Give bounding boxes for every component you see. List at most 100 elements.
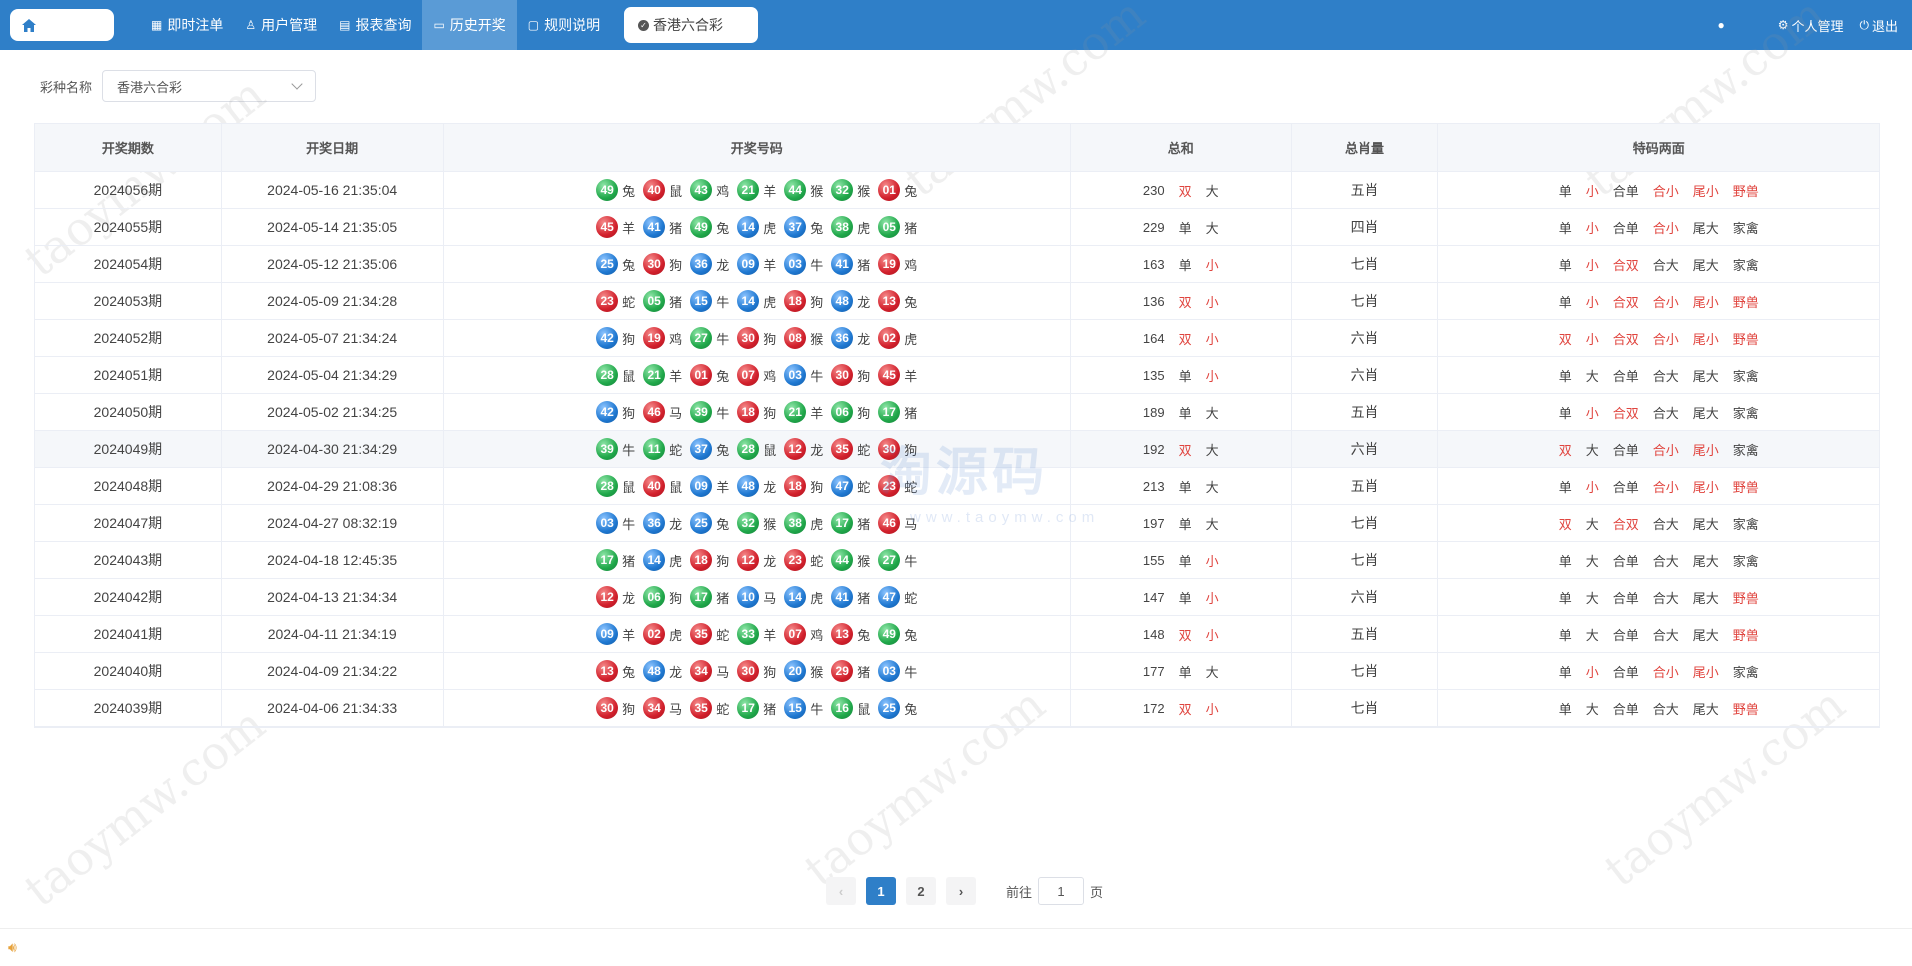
- issue-cell: 2024056期: [35, 172, 222, 208]
- special-attribute: 尾小: [1692, 294, 1719, 310]
- issue-cell: 2024049期: [35, 431, 222, 467]
- sum-attribute: 大: [1205, 442, 1219, 458]
- number-ball-group: 18 狗: [737, 401, 776, 423]
- sum-cell: 229 单大: [1071, 209, 1292, 245]
- number-ball-group: 49 兔: [596, 179, 635, 201]
- numbers-cell: 42 狗 19 鸡 27 牛 30 狗 08 猴 36 龙 02 虎: [444, 320, 1071, 356]
- number-ball-group: 45 羊: [878, 364, 917, 386]
- special-attribute: 合小: [1652, 442, 1679, 458]
- zodiac-count-cell: 四肖: [1292, 209, 1439, 245]
- sum-attribute: 单: [1178, 664, 1192, 680]
- avatar[interactable]: ●: [1717, 18, 1727, 32]
- zodiac-label: 猴: [857, 183, 871, 199]
- number-ball-group: 45 羊: [596, 216, 635, 238]
- number-ball: 43: [690, 179, 713, 201]
- numbers-cell: 49 兔 40 鼠 43 鸡 21 羊 44 猴 32 猴 01 兔: [444, 172, 1071, 208]
- number-ball: 18: [690, 549, 713, 571]
- number-ball: 37: [784, 216, 807, 238]
- table-row: 2024047期 2024-04-27 08:32:19 03 牛 36 龙 25 兔 32 猴 3…: [35, 505, 1879, 542]
- nav-item-rules[interactable]: ▢ 规则说明: [517, 0, 611, 50]
- number-ball-group: 46 马: [878, 512, 917, 534]
- number-ball: 46: [878, 512, 901, 534]
- page-button-2[interactable]: 2: [906, 877, 936, 905]
- sum-total: 192: [1142, 441, 1165, 457]
- zodiac-label: 牛: [810, 257, 824, 273]
- number-ball: 12: [784, 438, 807, 460]
- number-ball-group: 14 虎: [737, 216, 776, 238]
- number-ball: 38: [784, 512, 807, 534]
- special-attribute: 合双: [1612, 257, 1639, 273]
- sum-attribute: 双: [1178, 701, 1192, 717]
- sum-attribute: 单: [1178, 220, 1192, 236]
- number-ball-group: 11 蛇: [643, 438, 682, 460]
- issue-cell: 2024052期: [35, 320, 222, 356]
- numbers-cell: 30 狗 34 马 35 蛇 17 猪 15 牛 16 鼠 25 兔: [444, 690, 1071, 726]
- number-ball: 14: [737, 290, 760, 312]
- nav-item-history-draws[interactable]: ▭ 历史开奖: [422, 0, 517, 50]
- number-ball: 30: [878, 438, 901, 460]
- nav-item-instant-bets[interactable]: ▦ 即时注单: [140, 0, 234, 50]
- zodiac-label: 龙: [669, 664, 683, 680]
- number-ball: 28: [596, 475, 619, 497]
- special-two-sides-cell: 单大合单 合大 尾大 野兽: [1438, 690, 1879, 726]
- special-attribute: 尾大: [1692, 553, 1719, 569]
- issue-cell: 2024055期: [35, 209, 222, 245]
- logout-link[interactable]: ⏻ 退出: [1859, 16, 1898, 35]
- lottery-tab[interactable]: ✓ 香港六合彩: [624, 7, 758, 43]
- zodiac-label: 鼠: [857, 701, 871, 717]
- number-ball: 12: [737, 549, 760, 571]
- zodiac-label: 马: [904, 516, 918, 532]
- sum-values: 197 单大: [1136, 514, 1226, 533]
- nav-item-user-management[interactable]: ♙ 用户管理: [234, 0, 328, 50]
- number-ball: 34: [690, 660, 713, 682]
- issue-cell: 2024053期: [35, 283, 222, 319]
- number-ball-group: 27 牛: [690, 327, 729, 349]
- table-body: 2024056期 2024-05-16 21:35:04 49 兔 40 鼠 43 鸡 21 羊 4…: [35, 172, 1879, 727]
- zodiac-label: 龙: [857, 294, 871, 310]
- special-attribute: 合小: [1652, 220, 1679, 236]
- prev-page-button[interactable]: ‹: [826, 877, 856, 905]
- issue-cell: 2024051期: [35, 357, 222, 393]
- number-ball-group: 23 蛇: [784, 549, 823, 571]
- number-ball-group: 03 牛: [596, 512, 635, 534]
- zodiac-label: 狗: [716, 553, 730, 569]
- table-row: 2024042期 2024-04-13 21:34:34 12 龙 06 狗 17 猪 10 马 1…: [35, 579, 1879, 616]
- special-two-sides-cell: 单大合单 合大 尾大 野兽: [1438, 579, 1879, 615]
- date-cell: 2024-05-16 21:35:04: [222, 172, 444, 208]
- watermark: taoymw.com: [13, 696, 275, 918]
- sum-attribute: 单: [1178, 590, 1192, 606]
- number-ball: 19: [643, 327, 666, 349]
- number-ball: 07: [784, 623, 807, 645]
- personal-management-link[interactable]: ⚙ 个人管理: [1778, 16, 1844, 35]
- lottery-select-value: 香港六合彩: [117, 79, 183, 95]
- sum-values: 135 单小: [1136, 366, 1226, 385]
- main-nav: ▦ 即时注单 ♙ 用户管理 ▤ 报表查询 ▭ 历史开奖 ▢ 规则说明: [140, 0, 611, 50]
- zodiac-label: 蛇: [857, 479, 871, 495]
- zodiac-label: 龙: [810, 442, 824, 458]
- next-page-button[interactable]: ›: [946, 877, 976, 905]
- special-attribute: 小: [1585, 220, 1599, 236]
- nav-item-reports[interactable]: ▤ 报表查询: [328, 0, 422, 50]
- special-two-sides-cell: 单小合双 合小 尾小 野兽: [1438, 283, 1879, 319]
- page-button-1[interactable]: 1: [866, 877, 896, 905]
- number-ball-group: 42 狗: [596, 401, 635, 423]
- sum-attribute: 小: [1205, 701, 1219, 717]
- table-row: 2024041期 2024-04-11 21:34:19 09 羊 02 虎 35 蛇 33 羊 0…: [35, 616, 1879, 653]
- sum-total: 197: [1142, 515, 1165, 531]
- sum-attribute: 小: [1205, 368, 1219, 384]
- zodiac-label: 猪: [904, 405, 918, 421]
- zodiac-label: 兔: [716, 368, 730, 384]
- zodiac-label: 狗: [669, 590, 683, 606]
- lottery-select[interactable]: 香港六合彩: [102, 70, 317, 102]
- sum-values: 229 单大: [1136, 218, 1226, 237]
- special-attribute: 尾小: [1692, 442, 1719, 458]
- number-ball-group: 37 兔: [690, 438, 729, 460]
- sum-values: 155 单小: [1136, 551, 1226, 570]
- special-attribute: 野兽: [1732, 479, 1759, 495]
- numbers-cell: 09 羊 02 虎 35 蛇 33 羊 07 鸡 13 兔 49 兔: [444, 616, 1071, 652]
- special-attribute: 单: [1558, 701, 1572, 717]
- special-values: 单小合单 合小 尾小 家禽: [1552, 662, 1766, 681]
- goto-page-input[interactable]: 1: [1038, 877, 1085, 905]
- home-button[interactable]: [10, 9, 114, 41]
- special-values: 单小合双 合小 尾小 野兽: [1552, 292, 1766, 311]
